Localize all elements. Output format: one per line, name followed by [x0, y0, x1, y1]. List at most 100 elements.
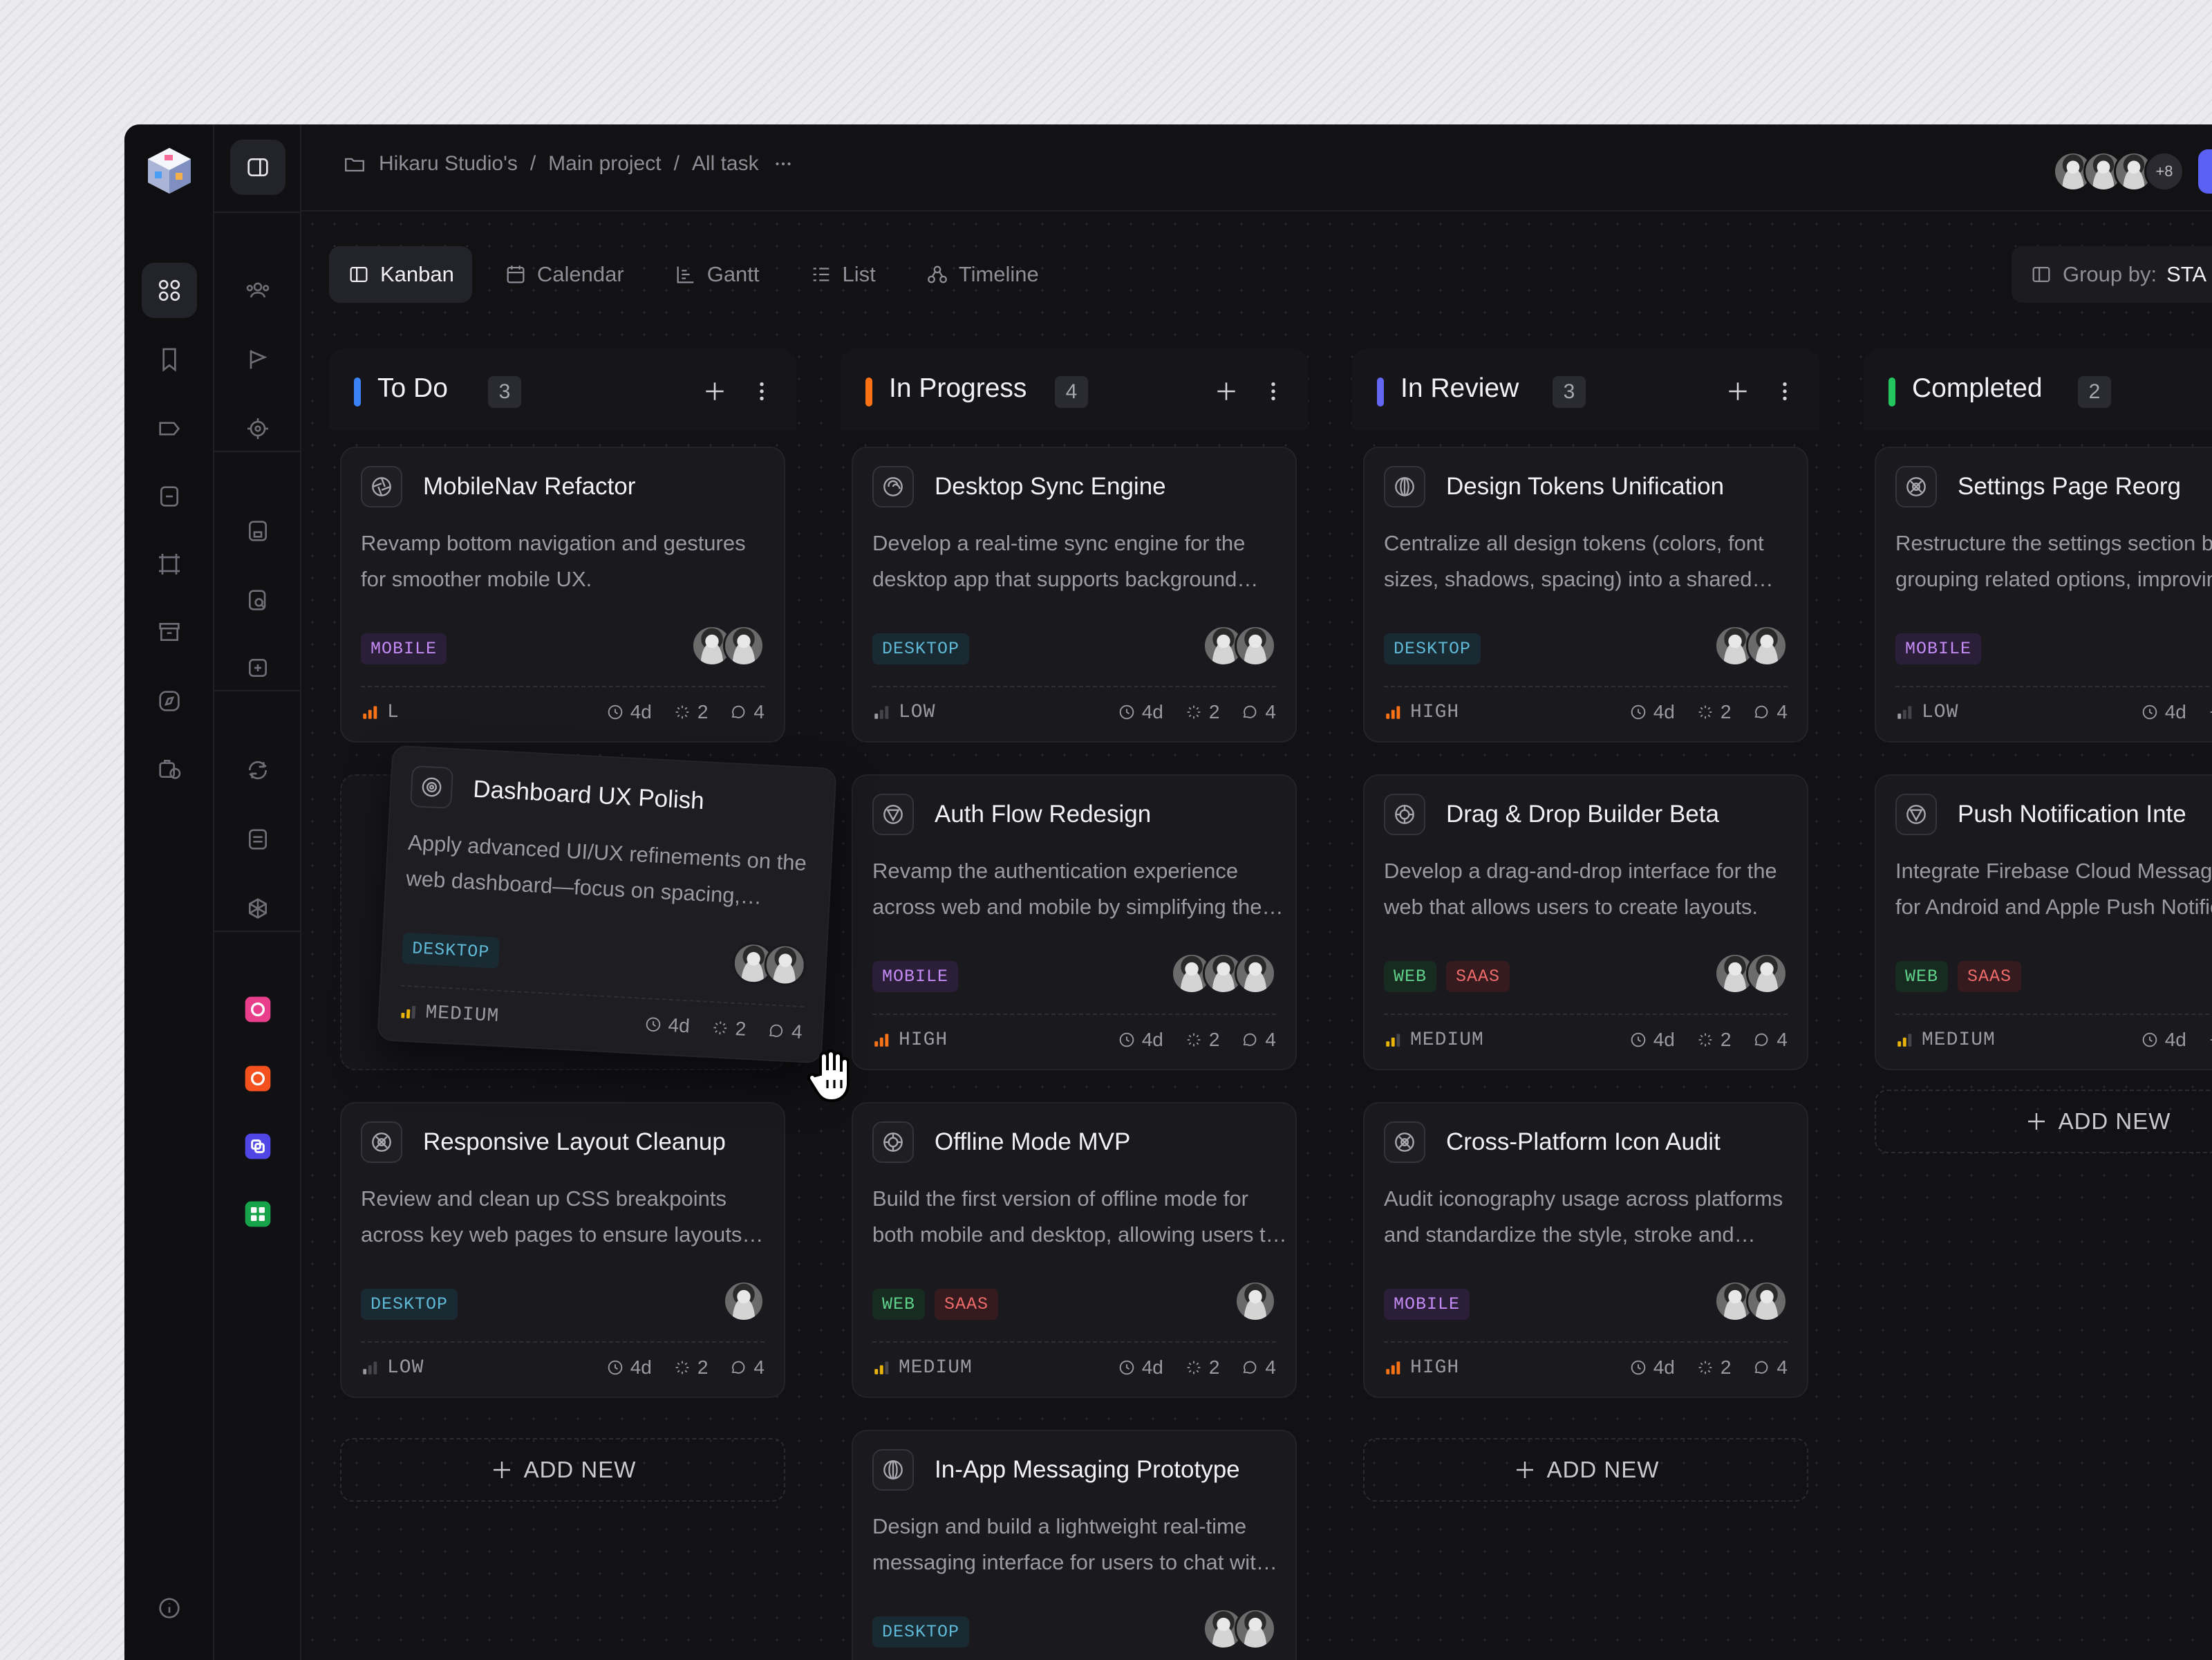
- subtasks: 2: [1696, 701, 1731, 723]
- task-card[interactable]: Settings Page Reorg Restructure the sett…: [1875, 447, 2212, 743]
- priority: MEDIUM: [1895, 1029, 1996, 1051]
- archive-icon[interactable]: [142, 604, 197, 660]
- card-icon-box: [1384, 794, 1425, 835]
- column-header: To Do 3: [329, 348, 796, 430]
- tab-calendar[interactable]: Calendar: [486, 246, 642, 303]
- app-indigo-icon[interactable]: [230, 1119, 285, 1174]
- card-assignees[interactable]: [1714, 953, 1788, 994]
- task-card[interactable]: MobileNav Refactor Revamp bottom navigat…: [340, 447, 785, 743]
- group-by-button[interactable]: Group by: STA: [2012, 246, 2212, 303]
- task-card[interactable]: Cross-Platform Icon Audit Audit iconogra…: [1363, 1102, 1808, 1398]
- task-card[interactable]: Offline Mode MVP Build the first version…: [852, 1102, 1297, 1398]
- avatar: [723, 1280, 765, 1322]
- card-assignees[interactable]: [1171, 953, 1276, 994]
- task-card[interactable]: Desktop Sync Engine Develop a real-time …: [852, 447, 1297, 743]
- tag-desktop: DESKTOP: [1384, 633, 1481, 664]
- task-card[interactable]: Drag & Drop Builder Beta Develop a drag-…: [1363, 774, 1808, 1070]
- card-assignees[interactable]: [1714, 1280, 1788, 1322]
- task-card[interactable]: Auth Flow Redesign Revamp the authentica…: [852, 774, 1297, 1070]
- comments-count: 4: [1265, 1356, 1276, 1378]
- column-count-badge: 2: [2078, 376, 2111, 408]
- card-tags: WEB SAAS: [1895, 961, 2022, 992]
- column-menu-icon[interactable]: [747, 376, 777, 407]
- compass-icon[interactable]: [142, 673, 197, 729]
- priority-label: L: [387, 701, 400, 723]
- toggle-card-icon[interactable]: [230, 812, 285, 867]
- card-assignees[interactable]: [1235, 1280, 1276, 1322]
- tab-gantt[interactable]: Gantt: [656, 246, 778, 303]
- card-assignees[interactable]: [731, 941, 807, 987]
- card-assignees[interactable]: [1203, 1608, 1276, 1650]
- app-orange-icon[interactable]: [230, 1051, 285, 1106]
- users-icon[interactable]: [230, 263, 285, 318]
- task-card[interactable]: Responsive Layout Cleanup Review and cle…: [340, 1102, 785, 1398]
- task-card-dragging[interactable]: Dashboard UX Polish Apply advanced UI/UX…: [377, 745, 837, 1064]
- tab-list[interactable]: List: [791, 246, 894, 303]
- card-footer: L 4d 2 4: [361, 701, 765, 723]
- app-green-icon[interactable]: [230, 1186, 285, 1242]
- info-icon[interactable]: [142, 1580, 197, 1636]
- frame-icon[interactable]: [142, 537, 197, 592]
- tab-kanban[interactable]: Kanban: [329, 246, 472, 303]
- loader-icon: [1187, 705, 1201, 719]
- subtasks: 2: [710, 1016, 747, 1041]
- card-divider: [1895, 1014, 2212, 1015]
- target-icon[interactable]: [230, 401, 285, 456]
- priority-icon: [401, 1005, 416, 1019]
- breadcrumb-current[interactable]: All task: [692, 152, 759, 176]
- app-pink-icon[interactable]: [230, 982, 285, 1037]
- due-time: 4d: [1629, 1029, 1675, 1051]
- plus-square-icon[interactable]: [230, 640, 285, 696]
- task-card[interactable]: In-App Messaging Prototype Design and bu…: [852, 1430, 1297, 1660]
- briefcase-clock-icon[interactable]: [142, 741, 197, 796]
- task-card[interactable]: Push Notification Inte Integrate Firebas…: [1875, 774, 2212, 1070]
- card-assignees[interactable]: [1203, 625, 1276, 666]
- tab-timeline[interactable]: Timeline: [908, 246, 1057, 303]
- comment-icon: [1243, 705, 1257, 718]
- add-card-icon[interactable]: [1723, 376, 1753, 407]
- comments: 4: [1240, 1356, 1276, 1379]
- bookmark-icon[interactable]: [142, 332, 197, 387]
- sidebar-toggle-icon[interactable]: [230, 140, 285, 195]
- flag-icon[interactable]: [230, 332, 285, 387]
- more-horizontal-icon[interactable]: [771, 152, 795, 176]
- card-assignees[interactable]: [723, 1280, 765, 1322]
- primary-action-button[interactable]: [2198, 149, 2212, 194]
- grid-icon[interactable]: [142, 263, 197, 318]
- card-title: Design Tokens Unification: [1446, 473, 1725, 500]
- task-card[interactable]: Design Tokens Unification Centralize all…: [1363, 447, 1808, 743]
- column-count-badge: 3: [488, 376, 521, 408]
- note-icon[interactable]: [142, 469, 197, 524]
- card-divider: [1384, 686, 1788, 687]
- priority-label: MEDIUM: [899, 1356, 973, 1379]
- tag-mobile: MOBILE: [872, 961, 959, 992]
- card-assignees[interactable]: [691, 625, 765, 666]
- secondary-sidebar: [214, 124, 301, 1660]
- globe-icon: [883, 1460, 903, 1480]
- network-icon[interactable]: [230, 881, 285, 936]
- add-new-button[interactable]: ADD NEW: [1363, 1438, 1808, 1502]
- file-search-icon[interactable]: [230, 572, 285, 628]
- card-divider: [1384, 1014, 1788, 1015]
- card-description: Revamp bottom navigation and gestures fo…: [361, 531, 746, 591]
- card-assignees[interactable]: [1714, 625, 1788, 666]
- due-time: 4d: [2140, 1029, 2186, 1051]
- priority: LOW: [872, 702, 935, 723]
- breadcrumb-project[interactable]: Main project: [548, 152, 661, 176]
- avatar-more-count[interactable]: +8: [2144, 151, 2184, 192]
- breadcrumb-workspace[interactable]: Hikaru Studio's: [379, 152, 518, 176]
- plus-icon: [493, 1462, 510, 1478]
- team-avatars[interactable]: +8: [2053, 149, 2212, 194]
- tag-web: WEB: [1895, 961, 1949, 992]
- add-new-button[interactable]: ADD NEW: [340, 1438, 785, 1502]
- add-new-button[interactable]: ADD NEW: [1875, 1090, 2212, 1153]
- add-card-icon[interactable]: [700, 376, 730, 407]
- due-time: 4d: [1117, 701, 1163, 723]
- column-menu-icon[interactable]: [1258, 376, 1288, 407]
- refresh-icon[interactable]: [230, 743, 285, 798]
- add-card-icon[interactable]: [1211, 376, 1241, 407]
- save-icon[interactable]: [230, 503, 285, 559]
- column-menu-icon[interactable]: [1770, 376, 1800, 407]
- tag-shape-icon[interactable]: [142, 401, 197, 456]
- shield-icon: [883, 805, 903, 824]
